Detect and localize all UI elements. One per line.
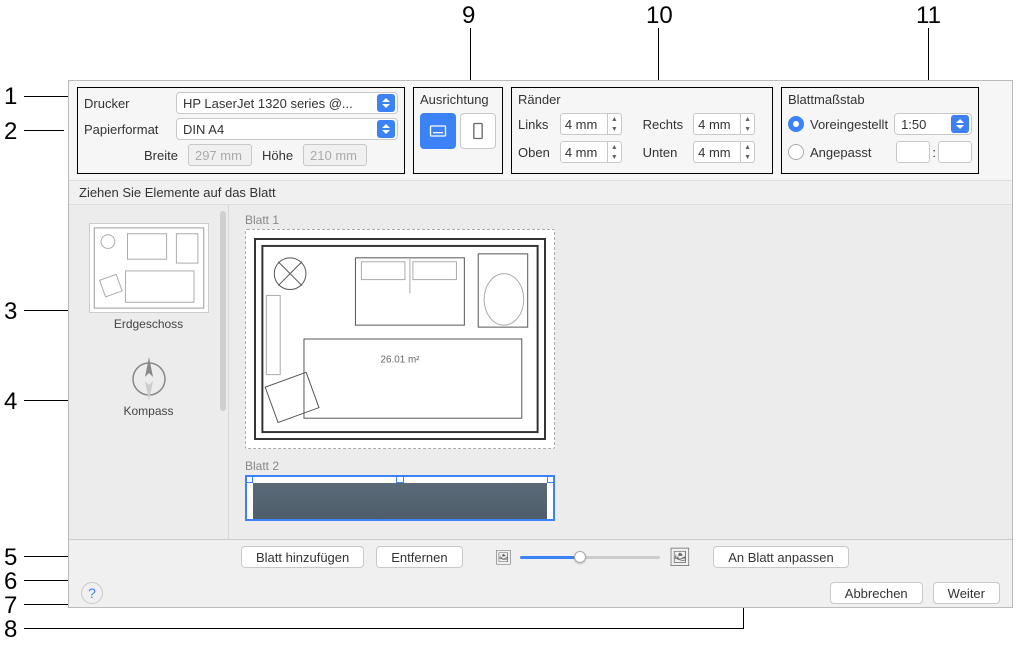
paperformat-select[interactable]: DIN A4 [176,118,398,140]
fit-to-sheet-button[interactable]: An Blatt anpassen [713,546,849,568]
add-sheet-button[interactable]: Blatt hinzufügen [241,546,364,568]
scale-group: Blattmaßstab Voreingestellt 1:50 Angepas… [781,87,979,174]
resize-handle-n[interactable] [396,475,404,483]
margin-top-label: Oben [518,145,550,160]
margin-bottom-label: Unten [643,145,683,160]
sidebar-scrollbar[interactable] [220,211,226,411]
zoom-out-icon: 🖼 [495,549,513,566]
slider-thumb[interactable] [574,551,586,563]
resize-handle-ne[interactable] [547,475,555,483]
drag-hint: Ziehen Sie Elemente auf das Blatt [69,180,1012,205]
sheet2-render [253,483,547,521]
select-arrows-icon [951,115,969,133]
stepper-arrows-icon[interactable]: ▲▼ [741,141,755,163]
element-compass-label: Kompass [123,404,173,418]
element-floorplan[interactable]: Erdgeschoss [89,223,209,331]
zoom-in-icon: 🖼 [668,547,691,568]
margin-top-value[interactable]: 4 mm [560,141,608,163]
orientation-title: Ausrichtung [420,92,496,107]
margin-left-stepper[interactable]: 4 mm ▲▼ [560,113,633,135]
sheet-2[interactable] [245,475,555,521]
stepper-arrows-icon[interactable]: ▲▼ [741,113,755,135]
margin-top-stepper[interactable]: 4 mm ▲▼ [560,141,633,163]
callout-8: 8 [4,616,17,644]
sheet1-floorplan[interactable]: 26.01 m² [254,238,546,440]
help-button[interactable]: ? [81,582,103,604]
remove-sheet-button[interactable]: Entfernen [376,546,462,568]
dialog-footer: ? Abbrechen Weiter [69,574,1012,612]
printer-select[interactable]: HP LaserJet 1320 series @... [176,92,398,114]
scale-preset-select[interactable]: 1:50 [894,113,972,135]
paper-width-field: 297 mm [188,144,252,166]
scale-preset-radio[interactable] [788,116,804,132]
scale-preset-value: 1:50 [901,117,926,132]
orientation-landscape-button[interactable] [420,113,456,149]
select-arrows-icon [377,120,395,138]
floorplan-icon [90,224,208,312]
landscape-icon [428,121,448,141]
next-button[interactable]: Weiter [933,582,1000,604]
margins-title: Ränder [518,92,766,107]
svg-text:26.01 m²: 26.01 m² [381,355,421,366]
callout-2: 2 [4,118,17,146]
callout-3: 3 [4,298,17,326]
scale-preset-label: Voreingestellt [810,117,888,132]
callout-11: 11 [916,2,941,30]
callout-4: 4 [4,388,17,416]
sheet-toolbar: Blatt hinzufügen Entfernen 🖼 🖼 An Blatt … [69,540,1012,574]
resize-handle-nw[interactable] [245,475,253,483]
stepper-arrows-icon[interactable]: ▲▼ [608,141,622,163]
margin-bottom-stepper[interactable]: 4 mm ▲▼ [693,141,766,163]
compass-icon [124,351,174,401]
orientation-group: Ausrichtung [413,87,503,174]
printer-value: HP LaserJet 1320 series @... [183,96,353,111]
sheet2-label: Blatt 2 [245,459,996,473]
zoom-slider[interactable] [520,549,660,565]
scale-custom-left[interactable] [896,141,930,163]
printer-label: Drucker [84,96,170,111]
callout-1: 1 [4,83,17,111]
scale-custom-right[interactable] [938,141,972,163]
sheet-1[interactable]: 26.01 m² [245,229,555,449]
portrait-icon [468,121,488,141]
callout-10: 10 [646,2,673,30]
workspace: Erdgeschoss Kompass Blatt 1 [69,205,1012,540]
paperformat-label: Papierformat [84,122,170,137]
scale-title: Blattmaßstab [788,92,972,107]
element-compass[interactable]: Kompass [123,351,173,418]
floorplan-thumbnail [89,223,209,313]
element-floorplan-label: Erdgeschoss [89,317,209,331]
sheets-canvas[interactable]: Blatt 1 [229,205,1012,539]
callout-9: 9 [462,2,475,30]
scale-custom-label: Angepasst [810,145,890,160]
margins-group: Ränder Links 4 mm ▲▼ Rechts 4 mm ▲▼ Oben… [511,87,773,174]
print-dialog: Drucker HP LaserJet 1320 series @... Pap… [68,80,1013,608]
paper-height-field: 210 mm [303,144,367,166]
margin-left-value[interactable]: 4 mm [560,113,608,135]
printer-paper-group: Drucker HP LaserJet 1320 series @... Pap… [77,87,405,174]
paperformat-value: DIN A4 [183,122,224,137]
margin-right-value[interactable]: 4 mm [693,113,741,135]
cancel-button[interactable]: Abbrechen [830,582,923,604]
paper-height-label: Höhe [262,148,293,163]
orientation-portrait-button[interactable] [460,113,496,149]
margin-bottom-value[interactable]: 4 mm [693,141,741,163]
select-arrows-icon [377,94,395,112]
scale-custom-radio[interactable] [788,144,804,160]
elements-sidebar: Erdgeschoss Kompass [69,205,229,539]
top-settings-panel: Drucker HP LaserJet 1320 series @... Pap… [69,81,1012,180]
stepper-arrows-icon[interactable]: ▲▼ [608,113,622,135]
sheet1-label: Blatt 1 [245,213,996,227]
ratio-separator: : [932,145,936,160]
margin-left-label: Links [518,117,550,132]
paper-width-label: Breite [144,148,178,163]
margin-right-label: Rechts [643,117,683,132]
margin-right-stepper[interactable]: 4 mm ▲▼ [693,113,766,135]
sheet1-floorplan-drawing: 26.01 m² [256,240,544,438]
